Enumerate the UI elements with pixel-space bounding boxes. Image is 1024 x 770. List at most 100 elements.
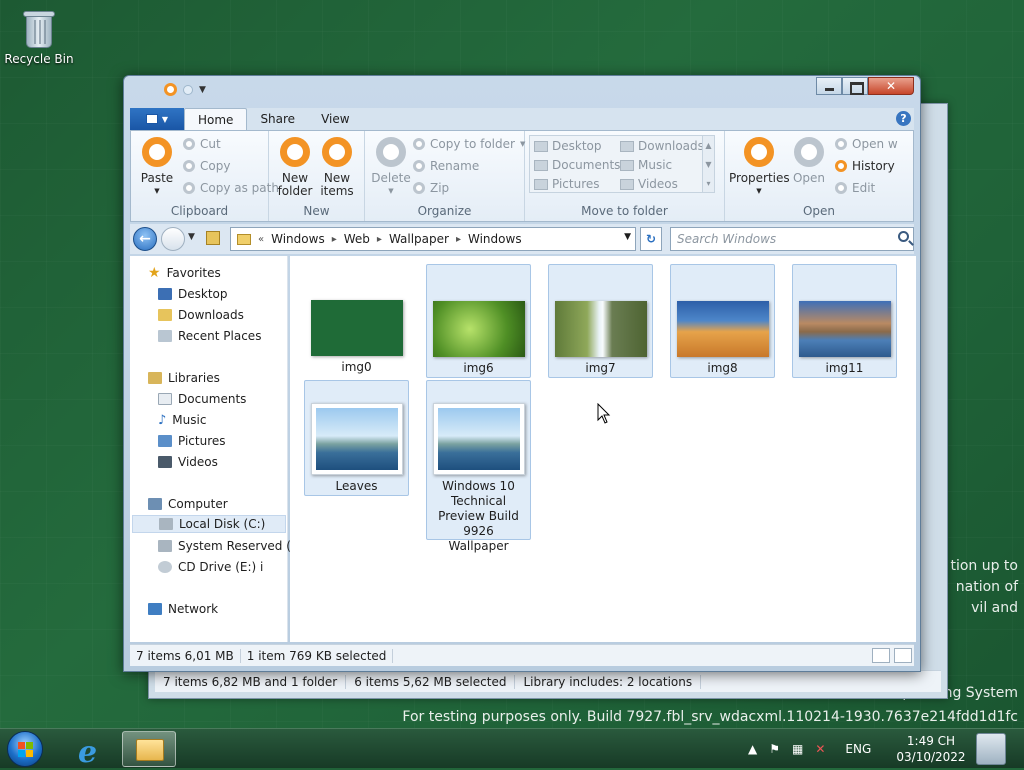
move-documents[interactable]: Documents <box>534 158 620 172</box>
file-item[interactable]: img8 <box>670 264 775 378</box>
recycle-bin-shortcut[interactable]: Recycle Bin <box>4 6 74 66</box>
nav-music[interactable]: ♪ Music <box>158 411 206 429</box>
address-dropdown-icon[interactable]: ▼ <box>624 232 631 242</box>
nav-local-disk-c[interactable]: Local Disk (C:) <box>132 515 286 533</box>
details-view-icon[interactable] <box>872 648 890 663</box>
move-desktop[interactable]: Desktop <box>534 139 602 153</box>
move-pictures[interactable]: Pictures <box>534 177 600 191</box>
open-with-button[interactable]: Open w <box>835 137 898 151</box>
nav-downloads[interactable]: Downloads <box>158 306 244 324</box>
gallery-scroll[interactable]: ▲ ▼ ▾ <box>702 136 714 192</box>
rename-label: Rename <box>430 159 480 173</box>
watermark-partial-3: vil and <box>971 600 1018 616</box>
copy-to-folder-button[interactable]: Copy to folder ▼ <box>413 137 525 151</box>
nav-cd-drive[interactable]: CD Drive (E:) i <box>158 558 263 576</box>
volume-muted-icon[interactable]: ✕ <box>815 742 825 756</box>
overflow-icon[interactable]: « <box>255 234 267 245</box>
action-center-flag-icon[interactable]: ⚑ <box>769 742 780 756</box>
music-icon <box>620 159 634 171</box>
nav-videos[interactable]: Videos <box>158 453 218 471</box>
properties-icon <box>744 137 774 167</box>
tab-share[interactable]: Share <box>247 108 308 130</box>
file-item[interactable]: Leaves <box>304 380 409 496</box>
close-button[interactable]: ✕ <box>868 77 914 95</box>
breadcrumb-web[interactable]: Web <box>340 232 374 246</box>
new-folder-button[interactable]: New folder <box>273 137 317 198</box>
properties-qat-icon[interactable] <box>164 83 177 96</box>
internet-explorer-taskbar-button[interactable]: e <box>62 731 116 770</box>
search-icon[interactable] <box>898 231 909 242</box>
start-button[interactable] <box>7 731 43 767</box>
copy-as-path-button[interactable]: Copy as path <box>183 181 279 195</box>
forward-button[interactable] <box>161 227 185 251</box>
cut-button[interactable]: Cut <box>183 137 221 151</box>
nav-recent-places[interactable]: Recent Places <box>158 327 261 345</box>
file-list[interactable]: img0 img6 img7 img8 img11 Leaves Windows… <box>290 256 916 642</box>
file-item[interactable]: img11 <box>792 264 897 378</box>
search-input[interactable]: Search Windows <box>670 227 914 251</box>
nav-desktop[interactable]: Desktop <box>158 285 228 303</box>
back-button[interactable]: ← <box>133 227 157 251</box>
tab-view[interactable]: View <box>308 108 362 130</box>
move-to-folder-gallery[interactable]: Desktop Downloads Documents Music Pictur… <box>529 135 715 193</box>
breadcrumb-sep-icon[interactable]: ▸ <box>329 234 340 245</box>
qat-dropdown-icon[interactable]: ▼ <box>199 85 206 95</box>
delete-button[interactable]: Delete ▼ <box>369 137 413 198</box>
nav-libraries[interactable]: Libraries <box>148 369 220 387</box>
large-icons-view-icon[interactable] <box>894 648 912 663</box>
paste-button[interactable]: Paste ▼ <box>135 137 179 198</box>
breadcrumb-windows-current[interactable]: Windows <box>464 232 526 246</box>
rename-icon <box>413 160 425 172</box>
recycle-bin-label: Recycle Bin <box>4 52 74 66</box>
history-button[interactable]: History <box>835 159 895 173</box>
clock[interactable]: 1:49 CH 03/10/2022 <box>896 733 966 765</box>
tab-home[interactable]: Home <box>184 108 248 130</box>
nav-computer[interactable]: Computer <box>148 495 228 513</box>
minimize-button[interactable] <box>816 77 842 95</box>
address-bar[interactable]: « Windows ▸ Web ▸ Wallpaper ▸ Windows ▼ <box>230 227 636 251</box>
file-menu-button[interactable]: ▼ <box>130 108 184 130</box>
recent-locations-icon[interactable]: ▼ <box>188 232 195 242</box>
properties-button[interactable]: Properties ▼ <box>729 137 790 198</box>
nav-pictures[interactable]: Pictures <box>158 432 226 450</box>
title-bar[interactable]: ▼ ✕ <box>124 76 920 104</box>
new-items-button[interactable]: New items <box>315 137 359 198</box>
zip-button[interactable]: Zip <box>413 181 449 195</box>
copy-button[interactable]: Copy <box>183 159 230 173</box>
file-item[interactable]: img0 <box>304 264 409 378</box>
cut-label: Cut <box>200 137 221 151</box>
breadcrumb-wallpaper[interactable]: Wallpaper <box>385 232 453 246</box>
nav-documents[interactable]: Documents <box>158 390 246 408</box>
user-avatar-icon[interactable] <box>976 733 1006 765</box>
nav-favorites[interactable]: ★ Favorites <box>148 264 221 282</box>
thumbnail-image <box>432 301 525 357</box>
open-group-label: Open <box>802 204 836 218</box>
move-downloads[interactable]: Downloads <box>620 139 704 153</box>
language-indicator[interactable]: ENG <box>845 742 871 756</box>
explorer-window[interactable]: ▼ ✕ ▼ Home Share View ? Paste ▼ Cut Copy… <box>123 75 921 672</box>
breadcrumb-sep-icon[interactable]: ▸ <box>453 234 464 245</box>
paste-icon <box>142 137 172 167</box>
new-items-icon <box>322 137 352 167</box>
help-icon[interactable]: ? <box>896 111 911 126</box>
bg-status-selected: 6 items 5,62 MB selected <box>346 674 516 689</box>
nav-network[interactable]: Network <box>148 600 218 618</box>
rename-button[interactable]: Rename <box>413 159 479 173</box>
show-hidden-icons-icon[interactable]: ▲ <box>748 742 757 756</box>
network-status-icon[interactable]: ▦ <box>792 742 803 756</box>
move-videos[interactable]: Videos <box>620 177 678 191</box>
move-music[interactable]: Music <box>620 158 672 172</box>
edit-button[interactable]: Edit <box>835 181 875 195</box>
new-folder-qat-icon[interactable] <box>183 84 193 95</box>
refresh-button[interactable]: ↻ <box>640 227 662 251</box>
breadcrumb-sep-icon[interactable]: ▸ <box>374 234 385 245</box>
file-item[interactable]: Windows 10 Technical Preview Build 9926 … <box>426 380 531 553</box>
file-item[interactable]: img7 <box>548 264 653 378</box>
breadcrumb-windows[interactable]: Windows <box>267 232 329 246</box>
maximize-button[interactable] <box>842 77 868 95</box>
up-folder-icon[interactable] <box>206 231 220 245</box>
open-button[interactable]: Open <box>787 137 831 185</box>
explorer-taskbar-button[interactable] <box>122 731 176 767</box>
nav-system-reserved[interactable]: System Reserved (D: <box>158 537 304 555</box>
file-item[interactable]: img6 <box>426 264 531 378</box>
